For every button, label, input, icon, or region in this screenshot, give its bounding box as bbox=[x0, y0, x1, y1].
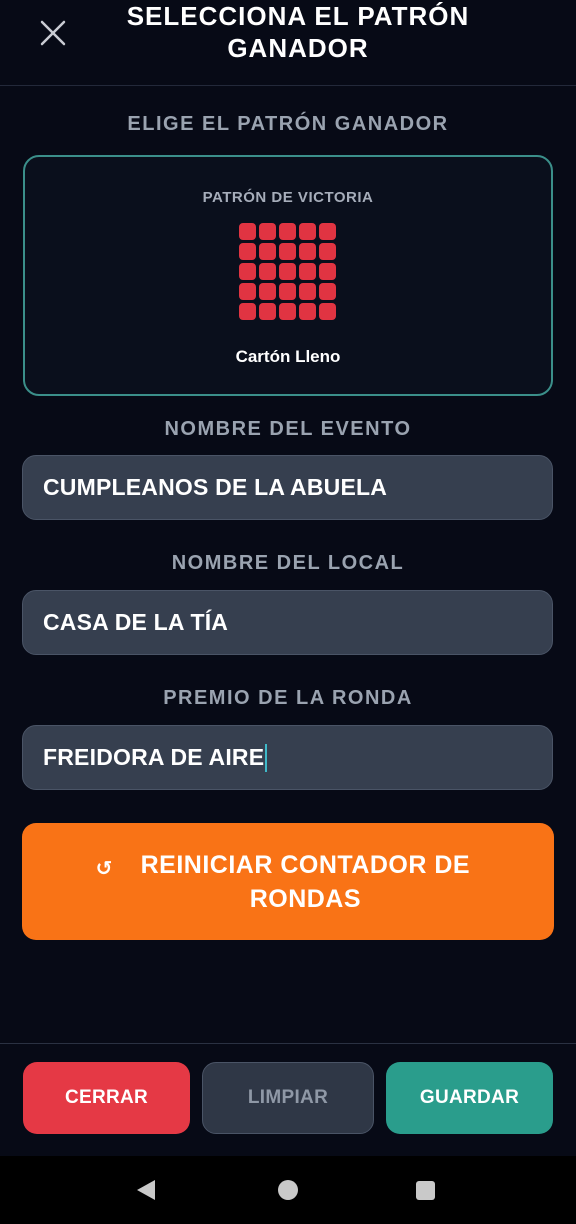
pattern-cell bbox=[259, 303, 276, 320]
event-name-input[interactable]: CUMPLEANOS DE LA ABUELA bbox=[22, 455, 553, 520]
pattern-cell bbox=[299, 243, 316, 260]
page-title: SELECCIONA EL PATRÓN GANADOR bbox=[126, 1, 470, 63]
back-icon[interactable] bbox=[137, 1180, 155, 1200]
pattern-cell bbox=[259, 243, 276, 260]
pattern-cell bbox=[299, 263, 316, 280]
reset-button-label: REINICIAR CONTADOR DE RONDAS bbox=[140, 850, 471, 913]
header: SELECCIONA EL PATRÓN GANADOR bbox=[0, 0, 576, 86]
venue-name-value: CASA DE LA TÍA bbox=[43, 609, 229, 635]
pattern-cell bbox=[299, 283, 316, 300]
pattern-cell bbox=[299, 223, 316, 240]
save-button[interactable]: GUARDAR bbox=[386, 1062, 553, 1134]
pattern-cell bbox=[239, 283, 256, 300]
reset-round-counter-button[interactable]: ↺ REINICIAR CONTADOR DE RONDAS bbox=[22, 823, 554, 940]
prize-label: PREMIO DE LA RONDA bbox=[163, 687, 413, 709]
pattern-card-label: PATRÓN DE VICTORIA bbox=[202, 189, 374, 206]
clear-button[interactable]: LIMPIAR bbox=[202, 1062, 374, 1134]
text-cursor bbox=[265, 743, 268, 772]
prize-input[interactable]: FREIDORA DE AIRE bbox=[22, 725, 553, 790]
pattern-cell bbox=[239, 243, 256, 260]
recents-icon[interactable] bbox=[416, 1181, 435, 1200]
reset-icon: ↺ bbox=[95, 857, 113, 880]
pattern-cell bbox=[239, 263, 256, 280]
pattern-cell bbox=[319, 303, 336, 320]
footer-divider bbox=[0, 1043, 576, 1044]
pattern-cell bbox=[319, 263, 336, 280]
pattern-cell bbox=[279, 263, 296, 280]
pattern-cell bbox=[259, 263, 276, 280]
pattern-cell bbox=[299, 303, 316, 320]
pattern-cell bbox=[319, 283, 336, 300]
pattern-cell bbox=[239, 223, 256, 240]
pattern-card[interactable]: PATRÓN DE VICTORIA Cartón Lleno bbox=[23, 155, 553, 396]
pattern-cell bbox=[279, 303, 296, 320]
event-name-value: CUMPLEANOS DE LA ABUELA bbox=[43, 474, 388, 500]
close-icon[interactable] bbox=[34, 14, 72, 52]
pattern-name: Cartón Lleno bbox=[235, 347, 341, 366]
venue-name-input[interactable]: CASA DE LA TÍA bbox=[22, 590, 553, 655]
pattern-grid bbox=[239, 223, 339, 323]
pattern-cell bbox=[239, 303, 256, 320]
prize-value: FREIDORA DE AIRE bbox=[43, 744, 265, 770]
pattern-cell bbox=[279, 223, 296, 240]
pattern-cell bbox=[279, 243, 296, 260]
home-icon[interactable] bbox=[278, 1180, 298, 1200]
pattern-cell bbox=[319, 223, 336, 240]
pattern-cell bbox=[279, 283, 296, 300]
close-button[interactable]: CERRAR bbox=[23, 1062, 190, 1134]
pattern-section-label: ELIGE EL PATRÓN GANADOR bbox=[127, 113, 449, 135]
event-name-label: NOMBRE DEL EVENTO bbox=[164, 418, 412, 440]
system-nav-bar bbox=[0, 1156, 576, 1224]
pattern-cell bbox=[259, 283, 276, 300]
pattern-cell bbox=[319, 243, 336, 260]
pattern-cell bbox=[259, 223, 276, 240]
venue-name-label: NOMBRE DEL LOCAL bbox=[171, 552, 405, 574]
